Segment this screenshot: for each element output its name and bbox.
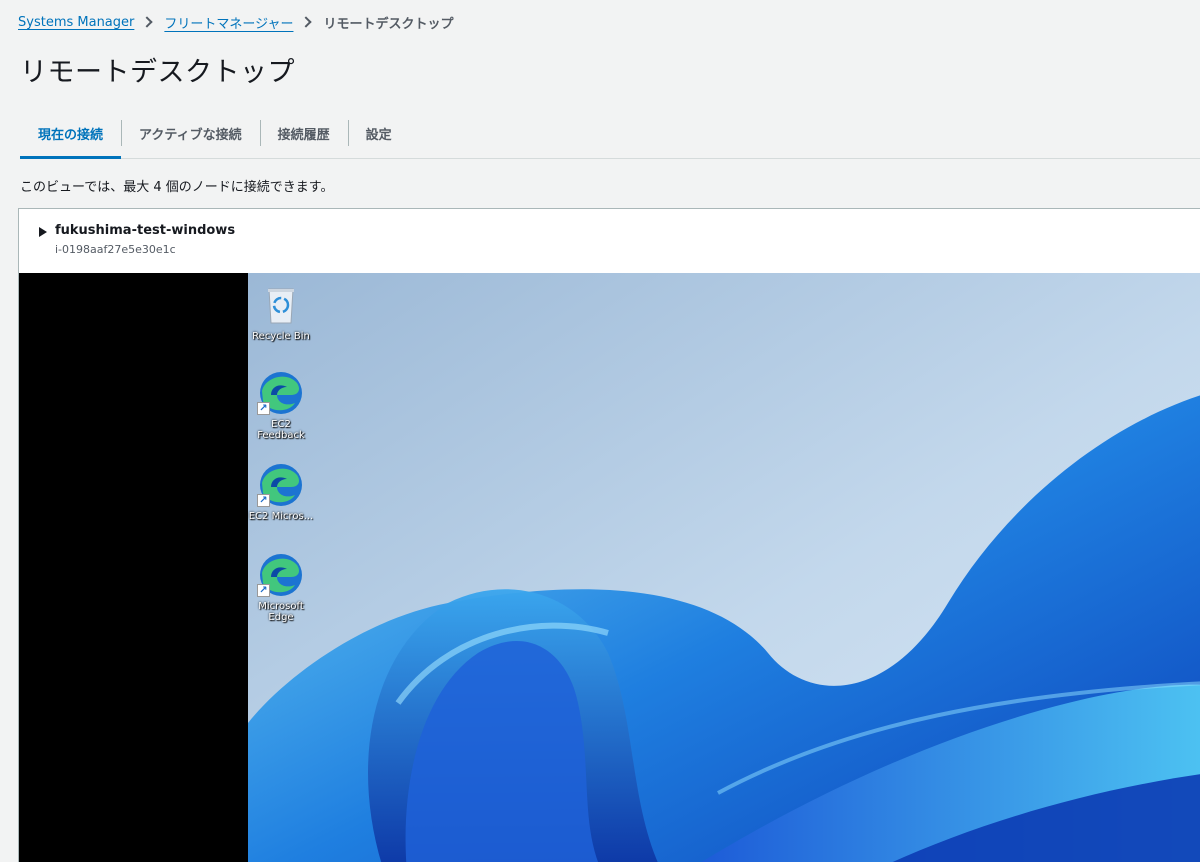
page-title: リモートデスクトップ xyxy=(20,57,295,88)
edge-icon: ↗ xyxy=(257,461,305,509)
desktop-icon-label: Recycle Bin xyxy=(252,331,310,342)
breadcrumb-systems-manager[interactable]: Systems Manager xyxy=(18,15,134,30)
breadcrumb: Systems Manager フリートマネージャー リモートデスクトップ xyxy=(18,12,453,32)
edge-icon: ↗ xyxy=(257,551,305,599)
instance-name[interactable]: fukushima-test-windows xyxy=(55,223,235,238)
tab-current-connections[interactable]: 現在の接続 xyxy=(20,108,122,159)
desktop-icon-label: Microsoft Edge xyxy=(258,601,304,623)
desktop-icon-label: EC2 Micros... xyxy=(248,511,314,522)
tab-settings[interactable]: 設定 xyxy=(347,108,410,158)
edge-icon: ↗ xyxy=(257,369,305,417)
tab-connection-history[interactable]: 接続履歴 xyxy=(259,108,348,158)
recycle-bin-icon xyxy=(257,281,305,329)
chevron-right-icon xyxy=(141,16,154,28)
info-text: このビューでは、最大 4 個のノードに接続できます。 xyxy=(20,180,334,195)
session-header: fukushima-test-windows i-0198aaf27e5e30e… xyxy=(19,209,1200,273)
desktop-icon-label: EC2 Feedback xyxy=(257,419,305,441)
instance-id: i-0198aaf27e5e30e1c xyxy=(55,243,176,256)
shortcut-arrow-icon: ↗ xyxy=(257,584,270,597)
shortcut-arrow-icon: ↗ xyxy=(257,494,270,507)
windows-desktop[interactable]: Recycle Bin ↗ EC2 Feedback ↗ EC2 Micros.… xyxy=(248,273,1200,862)
breadcrumb-current: リモートデスクトップ xyxy=(323,16,454,32)
remote-desktop-view[interactable]: Recycle Bin ↗ EC2 Feedback ↗ EC2 Micros.… xyxy=(19,273,1200,862)
shortcut-arrow-icon: ↗ xyxy=(257,402,270,415)
tab-active-connections[interactable]: アクティブな接続 xyxy=(121,108,260,158)
tab-bar: 現在の接続 アクティブな接続 接続履歴 設定 xyxy=(20,108,1200,159)
desktop-icon-ec2-microsoft[interactable]: ↗ EC2 Micros... xyxy=(248,461,314,522)
breadcrumb-fleet-manager[interactable]: フリートマネージャー xyxy=(164,13,293,32)
desktop-icon-microsoft-edge[interactable]: ↗ Microsoft Edge xyxy=(248,551,314,623)
caret-right-icon[interactable] xyxy=(39,227,47,237)
desktop-wallpaper xyxy=(248,273,1200,862)
chevron-right-icon xyxy=(300,16,313,28)
desktop-icon-ec2-feedback[interactable]: ↗ EC2 Feedback xyxy=(248,369,314,441)
desktop-icon-recycle-bin[interactable]: Recycle Bin xyxy=(248,281,314,342)
session-panel: fukushima-test-windows i-0198aaf27e5e30e… xyxy=(18,208,1200,862)
